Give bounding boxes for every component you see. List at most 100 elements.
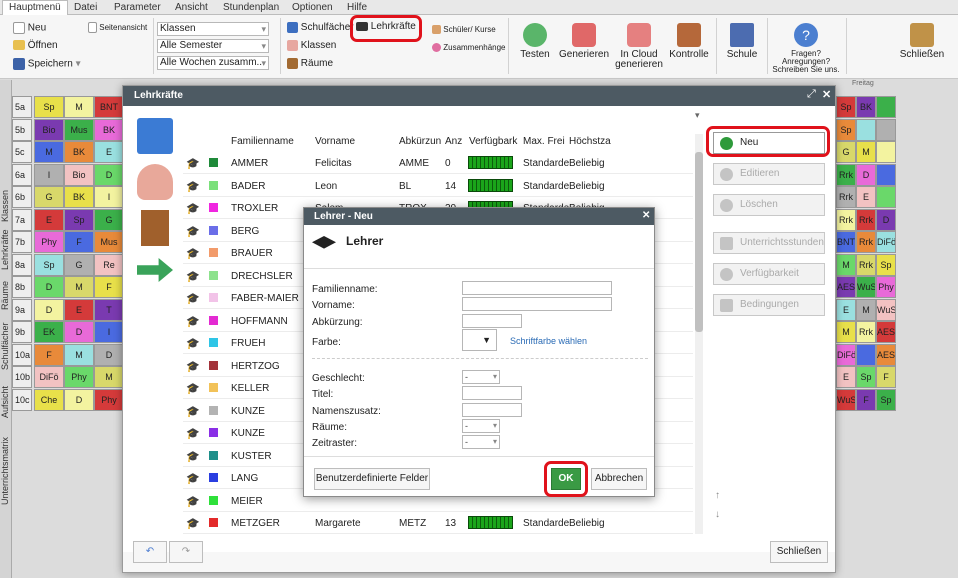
class-label[interactable]: 9a bbox=[12, 298, 32, 321]
class-label[interactable]: 5b bbox=[12, 118, 32, 141]
schule-button[interactable]: Schule bbox=[722, 23, 762, 60]
lesson-cell[interactable]: D bbox=[94, 163, 124, 186]
lesson-cell[interactable]: Che bbox=[34, 388, 64, 411]
class-label[interactable]: 7b bbox=[12, 231, 32, 253]
teacher-row[interactable]: 🎓 BADER Leon BL 14 Standarde Beliebig bbox=[183, 175, 693, 197]
menu-hauptmenue[interactable]: Hauptmenü bbox=[2, 0, 68, 16]
lesson-cell[interactable] bbox=[876, 186, 896, 208]
lesson-cell[interactable]: F bbox=[876, 366, 896, 388]
lesson-cell[interactable]: DiFö bbox=[876, 231, 896, 253]
lesson-cell[interactable]: E bbox=[64, 298, 94, 321]
lesson-cell[interactable]: Sp bbox=[836, 118, 856, 141]
col-familienname[interactable]: Familienname bbox=[231, 136, 294, 147]
zeitraster-select[interactable]: - bbox=[462, 435, 500, 449]
menu-ansicht[interactable]: Ansicht bbox=[169, 1, 214, 15]
lesson-cell[interactable]: I bbox=[34, 163, 64, 186]
lesson-cell[interactable]: WuS bbox=[876, 298, 896, 321]
abbrechen-button[interactable]: Abbrechen bbox=[591, 468, 647, 490]
lesson-cell[interactable] bbox=[876, 141, 896, 163]
class-label[interactable]: 10b bbox=[12, 366, 32, 388]
scrollbar-thumb[interactable] bbox=[695, 152, 703, 332]
lesson-cell[interactable] bbox=[876, 96, 896, 118]
list-scrollbar[interactable] bbox=[695, 134, 703, 534]
menu-hilfe[interactable]: Hilfe bbox=[341, 1, 373, 15]
unterrichtsstunden-button[interactable]: Unterrichtsstunden bbox=[713, 232, 825, 254]
lesson-cell[interactable]: M bbox=[64, 343, 94, 366]
teachers-people-icon[interactable] bbox=[137, 164, 173, 200]
lesson-cell[interactable]: Re bbox=[94, 253, 124, 276]
generieren-button[interactable]: Generieren bbox=[559, 23, 609, 60]
farbe-picker[interactable]: ▼ bbox=[462, 329, 497, 351]
lesson-cell[interactable]: AES bbox=[876, 321, 896, 343]
lesson-cell[interactable]: G bbox=[64, 253, 94, 276]
lesson-cell[interactable]: I bbox=[94, 186, 124, 208]
class-label[interactable]: 6a bbox=[12, 163, 32, 186]
lesson-cell[interactable]: M bbox=[856, 141, 876, 163]
lesson-cell[interactable]: BK bbox=[64, 186, 94, 208]
lesson-cell[interactable]: Bio bbox=[34, 118, 64, 141]
lesson-cell[interactable]: DiFö bbox=[34, 366, 64, 388]
lesson-cell[interactable]: Bio bbox=[64, 163, 94, 186]
teacher-row[interactable]: 🎓 AMMER Felicitas AMME 0 Standarde Beliebig bbox=[183, 152, 693, 174]
lesson-cell[interactable]: E bbox=[34, 208, 64, 231]
lesson-cell[interactable]: M bbox=[64, 276, 94, 298]
lesson-cell[interactable]: Rrk bbox=[856, 321, 876, 343]
lesson-cell[interactable]: F bbox=[34, 343, 64, 366]
teacher-row[interactable]: 🎓 METZGER Margarete METZ 13 Standarde Beliebig bbox=[183, 512, 693, 534]
lesson-cell[interactable]: Sp bbox=[856, 366, 876, 388]
lesson-cell[interactable]: D bbox=[64, 388, 94, 411]
zusammenhaenge-button[interactable]: Zusammenhänge bbox=[432, 42, 506, 54]
seitenansicht-button[interactable]: Seitenansicht bbox=[88, 22, 147, 34]
verfuegbarkeit-button[interactable]: Verfügbarkeit bbox=[713, 263, 825, 285]
rooms-door-icon[interactable] bbox=[141, 210, 169, 246]
lesson-cell[interactable]: D bbox=[64, 321, 94, 343]
class-label[interactable]: 8b bbox=[12, 276, 32, 298]
tab-unterrichtsmatrix[interactable]: Unterrichtsmatrix bbox=[0, 417, 12, 505]
lesson-cell[interactable]: F bbox=[94, 276, 124, 298]
undo-button[interactable]: ↶ bbox=[133, 541, 167, 563]
arrow-icon[interactable] bbox=[137, 258, 173, 282]
lesson-cell[interactable]: Sp bbox=[836, 96, 856, 118]
vorname-input[interactable] bbox=[462, 297, 612, 311]
move-down-icon[interactable]: ↓ bbox=[715, 509, 720, 520]
lesson-cell[interactable]: D bbox=[876, 208, 896, 231]
semester-select[interactable]: Alle Semester bbox=[157, 39, 269, 53]
lesson-cell[interactable]: G bbox=[94, 208, 124, 231]
lesson-cell[interactable]: D bbox=[34, 298, 64, 321]
view-select[interactable]: Klassen bbox=[157, 22, 269, 36]
menu-parameter[interactable]: Parameter bbox=[108, 1, 167, 15]
schulfaecher-button[interactable]: Schulfächer bbox=[287, 22, 354, 34]
lesson-cell[interactable]: M bbox=[836, 253, 856, 276]
lesson-cell[interactable]: D bbox=[34, 276, 64, 298]
lesson-cell[interactable]: Sp bbox=[876, 253, 896, 276]
lesson-cell[interactable]: Phy bbox=[64, 366, 94, 388]
lesson-cell[interactable]: AES bbox=[876, 343, 896, 366]
oeffnen-button[interactable]: Öffnen bbox=[13, 40, 58, 52]
lesson-cell[interactable]: BK bbox=[94, 118, 124, 141]
tab-aufsicht[interactable]: Aufsicht bbox=[0, 370, 12, 418]
lesson-cell[interactable]: Rrk bbox=[856, 253, 876, 276]
familienname-input[interactable] bbox=[462, 281, 612, 295]
lesson-cell[interactable]: AES bbox=[836, 276, 856, 298]
raeume-select[interactable]: - bbox=[462, 419, 500, 433]
col-abkuerzung[interactable]: Abkürzun bbox=[399, 136, 441, 147]
lesson-cell[interactable]: Mus bbox=[94, 231, 124, 253]
kontrolle-button[interactable]: Kontrolle bbox=[667, 23, 711, 60]
lesson-cell[interactable]: Sp bbox=[34, 96, 64, 118]
lesson-cell[interactable] bbox=[876, 163, 896, 186]
lesson-cell[interactable]: M bbox=[34, 141, 64, 163]
lesson-cell[interactable]: BNT bbox=[94, 96, 124, 118]
schliessen-ribbon-button[interactable]: Schließen bbox=[898, 23, 946, 60]
class-label[interactable]: 5a bbox=[12, 96, 32, 118]
lesson-cell[interactable]: Mus bbox=[64, 118, 94, 141]
lesson-cell[interactable]: M bbox=[94, 366, 124, 388]
lesson-cell[interactable]: Rrk bbox=[856, 208, 876, 231]
lesson-cell[interactable]: G bbox=[836, 141, 856, 163]
namenszusatz-input[interactable] bbox=[462, 403, 522, 417]
col-max-frei[interactable]: Max. Frei bbox=[523, 136, 565, 147]
class-label[interactable]: 8a bbox=[12, 253, 32, 276]
weeks-select[interactable]: Alle Wochen zusamm... bbox=[157, 56, 269, 70]
lesson-cell[interactable]: EK bbox=[34, 321, 64, 343]
neu-close-icon[interactable]: ✕ bbox=[642, 210, 650, 221]
lesson-cell[interactable]: BNT bbox=[836, 231, 856, 253]
